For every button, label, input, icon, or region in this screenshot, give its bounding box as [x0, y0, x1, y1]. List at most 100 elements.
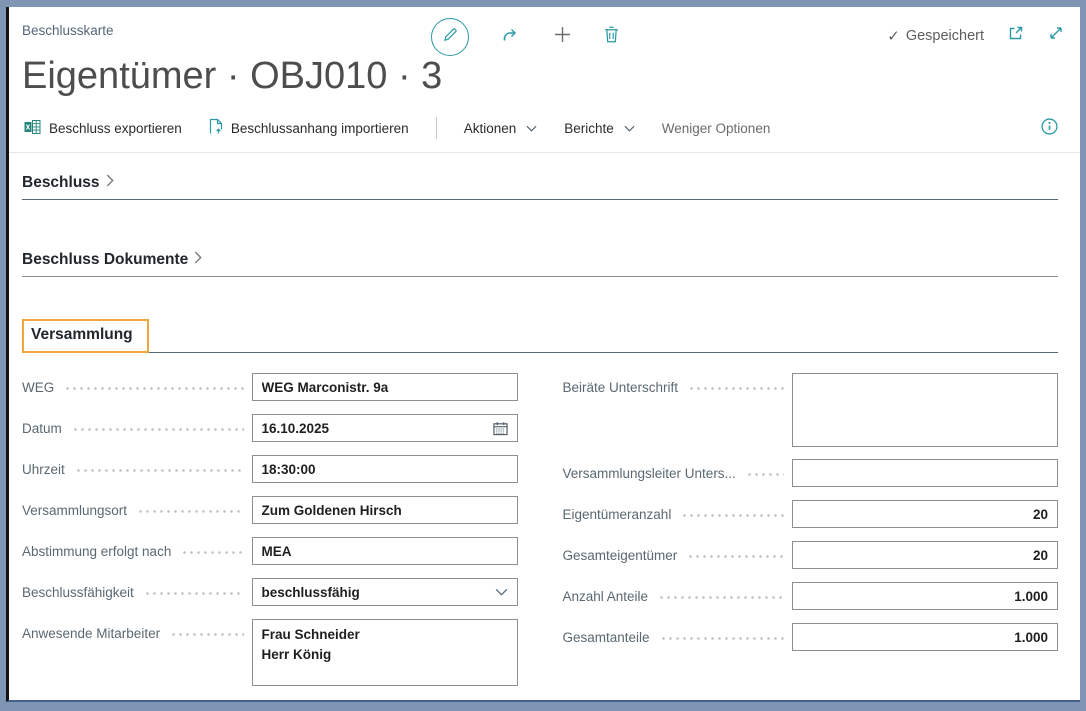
edit-button[interactable]	[431, 18, 469, 56]
anwesende-mitarbeiter-label: Anwesende Mitarbeiter	[22, 625, 160, 642]
beschlusskarte-window: Beschlusskarte	[6, 7, 1080, 702]
datum-input[interactable]: 16.10.2025	[252, 414, 518, 442]
import-anhang-label: Beschlussanhang importieren	[231, 121, 409, 136]
dotted-leader	[170, 625, 243, 642]
pencil-icon	[442, 27, 458, 48]
info-button[interactable]	[1041, 118, 1058, 138]
dotted-leader	[658, 588, 784, 605]
weg-input[interactable]: WEG Marconistr. 9a	[252, 373, 518, 401]
berichte-label: Berichte	[564, 121, 614, 136]
field-gesamtanteile: Gesamtanteile 1.000	[563, 623, 1059, 651]
dotted-leader	[687, 547, 784, 564]
versammlungsleiter-label: Versammlungsleiter Unters...	[563, 465, 736, 482]
versammlung-focus-box[interactable]: Versammlung	[22, 319, 149, 353]
share-icon	[502, 26, 521, 48]
trash-icon	[604, 26, 619, 48]
action-separator	[436, 117, 437, 139]
berichte-menu[interactable]: Berichte	[564, 121, 635, 136]
beschlussfaehigkeit-select[interactable]: beschlussfähig	[252, 578, 518, 606]
chevron-down-icon	[526, 125, 537, 132]
section-beschluss-dokumente[interactable]: Beschluss Dokumente	[22, 251, 1058, 277]
system-actions	[431, 18, 619, 56]
uhrzeit-input[interactable]: 18:30:00	[252, 455, 518, 483]
versammlung-form: WEG WEG Marconistr. 9a Datum 16.10.2025	[22, 373, 1058, 699]
field-datum: Datum 16.10.2025	[22, 414, 518, 442]
page-title: Eigentümer · OBJ010 · 3	[9, 51, 1080, 108]
field-weg: WEG WEG Marconistr. 9a	[22, 373, 518, 401]
dotted-leader	[137, 502, 243, 519]
anzahl-anteile-label: Anzahl Anteile	[563, 588, 649, 605]
beiraete-unterschrift-label: Beiräte Unterschrift	[563, 379, 679, 396]
gesamteigentuemer-input[interactable]: 20	[792, 541, 1058, 569]
export-beschluss-button[interactable]: Beschluss exportieren	[24, 119, 182, 138]
excel-export-icon	[24, 119, 41, 138]
chevron-right-icon	[106, 174, 114, 192]
field-beschlussfaehigkeit: Beschlussfähigkeit beschlussfähig	[22, 578, 518, 606]
beschlussfaehigkeit-label: Beschlussfähigkeit	[22, 584, 134, 601]
anzahl-anteile-input[interactable]: 1.000	[792, 582, 1058, 610]
dotted-leader	[144, 584, 244, 601]
versammlungsort-label: Versammlungsort	[22, 502, 127, 519]
section-versammlung[interactable]: Versammlung	[22, 319, 1058, 353]
section-beschluss[interactable]: Beschluss	[22, 174, 1058, 200]
plus-icon	[554, 26, 571, 48]
chevron-down-icon[interactable]	[495, 588, 508, 596]
expand-button[interactable]	[1048, 25, 1064, 46]
field-uhrzeit: Uhrzeit 18:30:00	[22, 455, 518, 483]
eigentuemeranzahl-input[interactable]: 20	[792, 500, 1058, 528]
delete-button[interactable]	[604, 26, 619, 48]
section-beschluss-label: Beschluss	[22, 174, 100, 192]
aktionen-menu[interactable]: Aktionen	[464, 121, 538, 136]
abstimmung-label: Abstimmung erfolgt nach	[22, 543, 171, 560]
import-anhang-button[interactable]: Beschlussanhang importieren	[209, 118, 409, 138]
action-bar: Beschluss exportieren Beschlussanhang im…	[9, 108, 1080, 153]
beiraete-unterschrift-textarea[interactable]	[792, 373, 1058, 447]
dotted-leader	[660, 629, 784, 646]
chevron-right-icon	[194, 251, 202, 269]
abstimmung-input[interactable]: MEA	[252, 537, 518, 565]
page-content: Beschluss Beschluss Dokumente Versammlun…	[9, 174, 1080, 699]
share-button[interactable]	[502, 26, 521, 48]
dotted-leader	[746, 465, 784, 482]
checkmark-icon: ✓	[887, 27, 900, 45]
document-import-icon	[209, 118, 223, 138]
form-right-column: Beiräte Unterschrift Versammlungsleiter …	[563, 373, 1059, 699]
window-controls: ✓ Gespeichert	[887, 25, 1064, 46]
eigentuemeranzahl-label: Eigentümeranzahl	[563, 506, 672, 523]
page-caption: Beschlusskarte	[22, 23, 114, 38]
gesamtanteile-label: Gesamtanteile	[563, 629, 650, 646]
dotted-leader	[681, 506, 784, 523]
weniger-optionen-label: Weniger Optionen	[662, 121, 771, 136]
field-eigentuemeranzahl: Eigentümeranzahl 20	[563, 500, 1059, 528]
field-abstimmung: Abstimmung erfolgt nach MEA	[22, 537, 518, 565]
info-icon	[1041, 118, 1058, 138]
gesamtanteile-input[interactable]: 1.000	[792, 623, 1058, 651]
field-beiraete-unterschrift: Beiräte Unterschrift	[563, 373, 1059, 447]
weniger-optionen-button[interactable]: Weniger Optionen	[662, 121, 771, 136]
uhrzeit-label: Uhrzeit	[22, 461, 65, 478]
field-anzahl-anteile: Anzahl Anteile 1.000	[563, 582, 1059, 610]
calendar-icon[interactable]	[493, 421, 508, 436]
expand-icon	[1048, 25, 1064, 46]
dotted-leader	[72, 420, 244, 437]
top-bar: Beschlusskarte	[9, 7, 1080, 51]
versammlungsort-input[interactable]: Zum Goldenen Hirsch	[252, 496, 518, 524]
anwesende-mitarbeiter-textarea[interactable]: Frau Schneider Herr König	[252, 619, 518, 686]
new-button[interactable]	[554, 26, 571, 48]
section-underline	[149, 352, 1058, 353]
versammlungsleiter-input[interactable]	[792, 459, 1058, 487]
saved-label: Gespeichert	[906, 28, 984, 44]
field-gesamteigentuemer: Gesamteigentümer 20	[563, 541, 1059, 569]
field-anwesende-mitarbeiter: Anwesende Mitarbeiter Frau Schneider Her…	[22, 619, 518, 686]
dotted-leader	[75, 461, 244, 478]
weg-label: WEG	[22, 379, 54, 396]
gesamteigentuemer-label: Gesamteigentümer	[563, 547, 678, 564]
export-beschluss-label: Beschluss exportieren	[49, 121, 182, 136]
dotted-leader	[64, 379, 243, 396]
open-in-new-window-button[interactable]	[1008, 25, 1024, 46]
dotted-leader	[181, 543, 243, 560]
section-dokumente-label: Beschluss Dokumente	[22, 251, 188, 269]
aktionen-label: Aktionen	[464, 121, 517, 136]
saved-status: ✓ Gespeichert	[887, 27, 984, 45]
dotted-leader	[688, 379, 784, 396]
